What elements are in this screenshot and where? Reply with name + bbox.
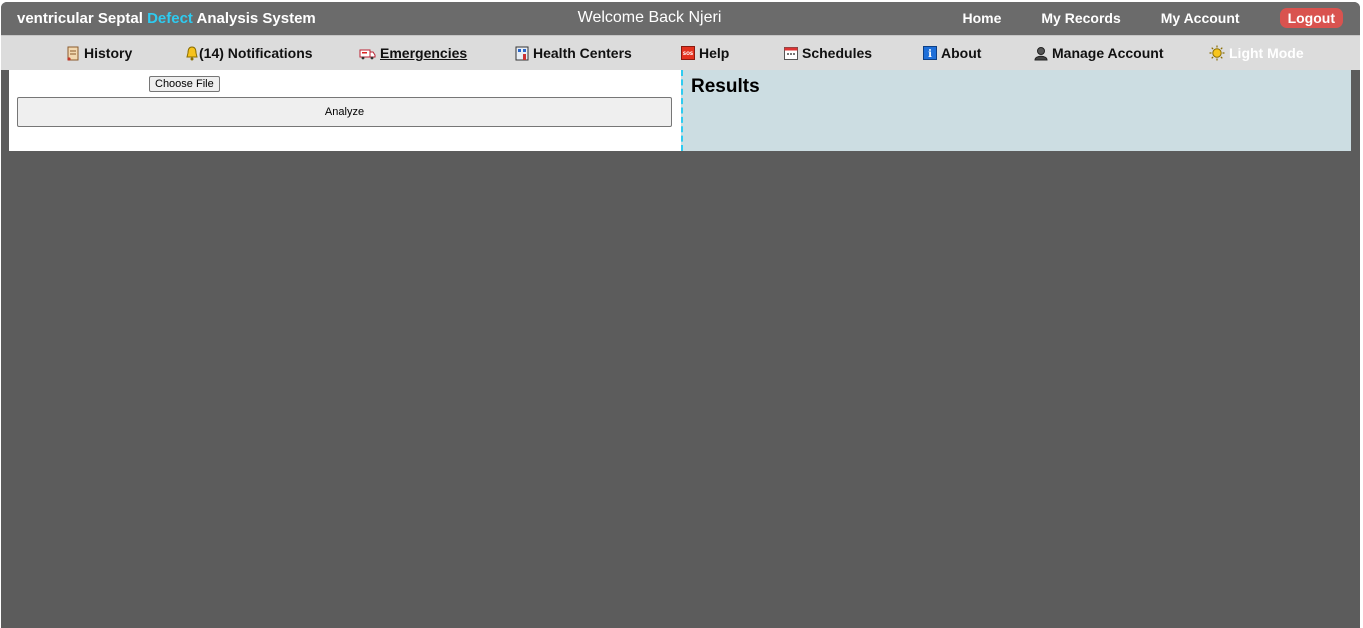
bell-icon (184, 45, 199, 61)
nav-manage-account[interactable]: Manage Account (1033, 45, 1164, 61)
my-records-link[interactable]: My Records (1041, 10, 1120, 26)
nav-emergencies[interactable]: Emergencies (358, 45, 467, 61)
analyze-button[interactable]: Analyze (17, 97, 672, 127)
scroll-icon (65, 46, 80, 61)
svg-text:SOS: SOS (682, 51, 692, 57)
calendar-icon (783, 46, 798, 61)
sun-icon (1208, 45, 1225, 61)
nav-bar: History (14) Notifications Emergencies H… (1, 35, 1360, 70)
user-icon (1033, 46, 1048, 61)
app-title: ventricular Septal Defect Analysis Syste… (17, 10, 316, 27)
hospital-icon (514, 46, 529, 61)
nav-history[interactable]: History (65, 45, 132, 61)
upload-panel: Choose File Analyze (9, 70, 681, 151)
svg-text:i: i (928, 49, 932, 60)
logout-button[interactable]: Logout (1279, 8, 1343, 28)
nav-help[interactable]: SOS Help (680, 45, 729, 61)
main-content: Choose File Analyze Results (9, 70, 1351, 151)
info-icon: i (922, 46, 937, 61)
choose-file-button[interactable]: Choose File (149, 76, 220, 92)
ambulance-icon (358, 46, 376, 61)
results-heading: Results (691, 76, 760, 97)
nav-schedules[interactable]: Schedules (783, 45, 872, 61)
top-bar: ventricular Septal Defect Analysis Syste… (1, 2, 1360, 35)
sos-icon: SOS (680, 46, 695, 61)
nav-notifications[interactable]: (14) Notifications (184, 45, 313, 61)
top-links: Home My Records My Account Logout (922, 8, 1343, 28)
brand-accent: Defect (147, 10, 193, 27)
results-panel: Results (681, 70, 1351, 151)
nav-about[interactable]: i About (922, 45, 981, 61)
app-frame: ventricular Septal Defect Analysis Syste… (1, 2, 1360, 628)
home-link[interactable]: Home (962, 10, 1001, 26)
nav-health-centers[interactable]: Health Centers (514, 45, 632, 61)
my-account-link[interactable]: My Account (1161, 10, 1240, 26)
nav-light-mode[interactable]: Light Mode (1208, 45, 1304, 61)
